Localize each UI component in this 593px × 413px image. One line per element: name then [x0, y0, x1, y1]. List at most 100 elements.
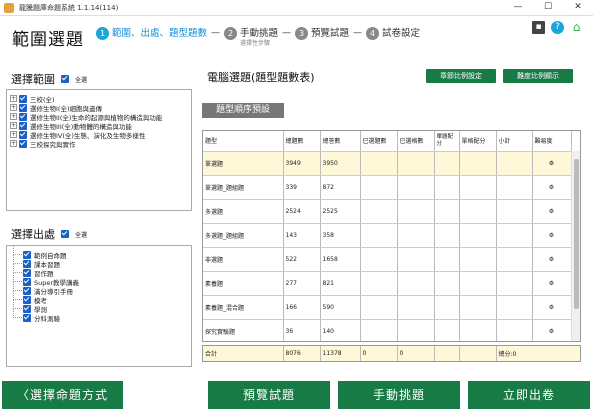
checkbox[interactable] [23, 250, 31, 259]
minimize-button[interactable]: — [503, 0, 533, 16]
gear-icon[interactable]: ⚙ [532, 199, 572, 224]
expand-icon[interactable]: + [10, 95, 17, 102]
step-1[interactable]: 1 範圍、出處、題型題數 [96, 27, 207, 40]
cell-score-per-cell[interactable] [459, 199, 497, 224]
cell-score-per-cell[interactable] [459, 247, 497, 272]
preview-button[interactable]: 預覽試題 [208, 381, 330, 409]
cell-selected-questions[interactable] [360, 199, 398, 224]
cell-selected-questions[interactable] [360, 271, 398, 296]
cell-selected-cells[interactable] [397, 151, 435, 176]
cell-score-per-cell[interactable] [459, 151, 497, 176]
expand-icon[interactable]: + [10, 122, 17, 129]
source-select-all-checkbox[interactable] [61, 230, 69, 238]
cell-selected-questions[interactable] [360, 223, 398, 248]
expand-icon[interactable]: + [10, 113, 17, 120]
cell-score-per-question[interactable] [434, 271, 460, 296]
back-button[interactable]: 〈選擇命題方式 [2, 381, 123, 409]
checkbox[interactable] [23, 268, 31, 277]
question-type-grid[interactable]: 題型 總題數 總答數 已選題數 已選格數 單題配分 單格配分 小計 難易度 單選… [202, 130, 581, 342]
cell-score-per-question[interactable] [434, 247, 460, 272]
cell-score-per-question[interactable] [434, 151, 460, 176]
cell-selected-cells[interactable] [397, 223, 435, 248]
checkbox[interactable] [19, 139, 27, 148]
cell-selected-questions[interactable] [360, 247, 398, 272]
type-order-button[interactable]: 題型順序預設 [202, 103, 284, 118]
checkbox[interactable] [19, 94, 27, 103]
gear-icon[interactable]: ⚙ [532, 247, 572, 272]
cell-selected-questions[interactable] [360, 175, 398, 200]
cell-total-answers: 872 [320, 175, 361, 200]
table-row[interactable]: 探究實驗題 36 140 ⚙ [203, 319, 572, 341]
cell-score-per-cell[interactable] [459, 223, 497, 248]
source-tree[interactable]: 範例自命題 課本習題 習作題 Super教學講義 滿分導引手冊 模考 學測 分科… [6, 245, 192, 367]
manual-pick-button[interactable]: 手動挑題 [338, 381, 460, 409]
scope-title: 選擇範圍 [11, 73, 55, 86]
table-scrollbar[interactable] [571, 151, 580, 341]
table-row[interactable]: 單選題 3949 3950 ⚙ [203, 151, 572, 176]
close-button[interactable]: ✕ [563, 0, 593, 16]
gear-icon[interactable]: ⚙ [532, 271, 572, 296]
checkbox[interactable] [19, 103, 27, 112]
difficulty-ratio-button[interactable]: 難度比例顯示 [503, 69, 573, 83]
cell-selected-questions[interactable] [360, 295, 398, 320]
gear-icon[interactable]: ⚙ [532, 151, 572, 176]
checkbox[interactable] [23, 286, 31, 295]
expand-icon[interactable]: + [10, 131, 17, 138]
checkbox[interactable] [23, 259, 31, 268]
source-select-all[interactable]: 全選 [61, 230, 87, 239]
scope-select-all-checkbox[interactable] [61, 75, 69, 83]
scope-select-all[interactable]: 全選 [61, 75, 87, 84]
tree-item[interactable]: 分科測驗 [13, 309, 185, 323]
cell-score-per-question[interactable] [434, 199, 460, 224]
table-row[interactable]: 多選題 2524 2525 ⚙ [203, 199, 572, 224]
cell-selected-cells[interactable] [397, 295, 435, 320]
step-2[interactable]: 2 手動挑題 選擇性步驟 [224, 27, 278, 47]
cell-selected-cells[interactable] [397, 199, 435, 224]
cell-score-per-question[interactable] [434, 319, 460, 341]
checkbox[interactable] [23, 304, 31, 313]
home-icon[interactable]: ⌂ [570, 21, 583, 34]
cell-selected-questions[interactable] [360, 319, 398, 341]
checkbox[interactable] [23, 313, 31, 322]
checkbox[interactable] [23, 277, 31, 286]
gear-icon[interactable]: ⚙ [532, 175, 572, 200]
checkbox[interactable] [19, 130, 27, 139]
cell-selected-questions[interactable] [360, 151, 398, 176]
table-row[interactable]: 單選題_題組題 339 872 ⚙ [203, 175, 572, 200]
maximize-button[interactable]: ☐ [533, 0, 563, 16]
cell-total-questions: 143 [283, 223, 321, 248]
gear-icon[interactable]: ⚙ [532, 319, 572, 341]
expand-icon[interactable]: + [10, 140, 17, 147]
cell-score-per-cell[interactable] [459, 175, 497, 200]
chapter-ratio-button[interactable]: 章節比例設定 [426, 69, 496, 83]
cell-selected-cells[interactable] [397, 319, 435, 341]
table-row[interactable]: 非選題 522 1658 ⚙ [203, 247, 572, 272]
help-icon[interactable]: ? [551, 21, 564, 34]
expand-icon[interactable]: + [10, 104, 17, 111]
step-4[interactable]: 4 試卷設定 [366, 27, 420, 40]
table-row[interactable]: 素養題 277 821 ⚙ [203, 271, 572, 296]
cell-selected-cells[interactable] [397, 175, 435, 200]
cell-score-per-cell[interactable] [459, 271, 497, 296]
cell-score-per-question[interactable] [434, 223, 460, 248]
checkbox[interactable] [19, 121, 27, 130]
save-icon[interactable]: ▪ [532, 21, 545, 34]
checkbox[interactable] [23, 295, 31, 304]
table-row[interactable]: 素養題_混合題 166 590 ⚙ [203, 295, 572, 320]
cell-score-per-cell[interactable] [459, 295, 497, 320]
checkbox[interactable] [19, 112, 27, 121]
gear-icon[interactable]: ⚙ [532, 295, 572, 320]
cell-score-per-question[interactable] [434, 295, 460, 320]
step-3[interactable]: 3 預覽試題 [295, 27, 349, 40]
publish-button[interactable]: 立即出卷 [468, 381, 590, 409]
cell-score-per-question[interactable] [434, 175, 460, 200]
scope-tree[interactable]: + 三校(全) + 選修生物I(全)細胞與遺傳 + 選修生物II(全)生命的起源與植物… [6, 89, 192, 211]
cell-selected-cells[interactable] [397, 271, 435, 296]
cell-score-per-cell[interactable] [459, 319, 497, 341]
gear-icon[interactable]: ⚙ [532, 223, 572, 248]
cell-selected-cells[interactable] [397, 247, 435, 272]
col-header: 題型 [203, 131, 284, 152]
table-row[interactable]: 多選題_題組題 143 358 ⚙ [203, 223, 572, 248]
tree-item[interactable]: + 三校探究與實作 [10, 139, 188, 149]
scrollbar-thumb[interactable] [574, 159, 579, 309]
